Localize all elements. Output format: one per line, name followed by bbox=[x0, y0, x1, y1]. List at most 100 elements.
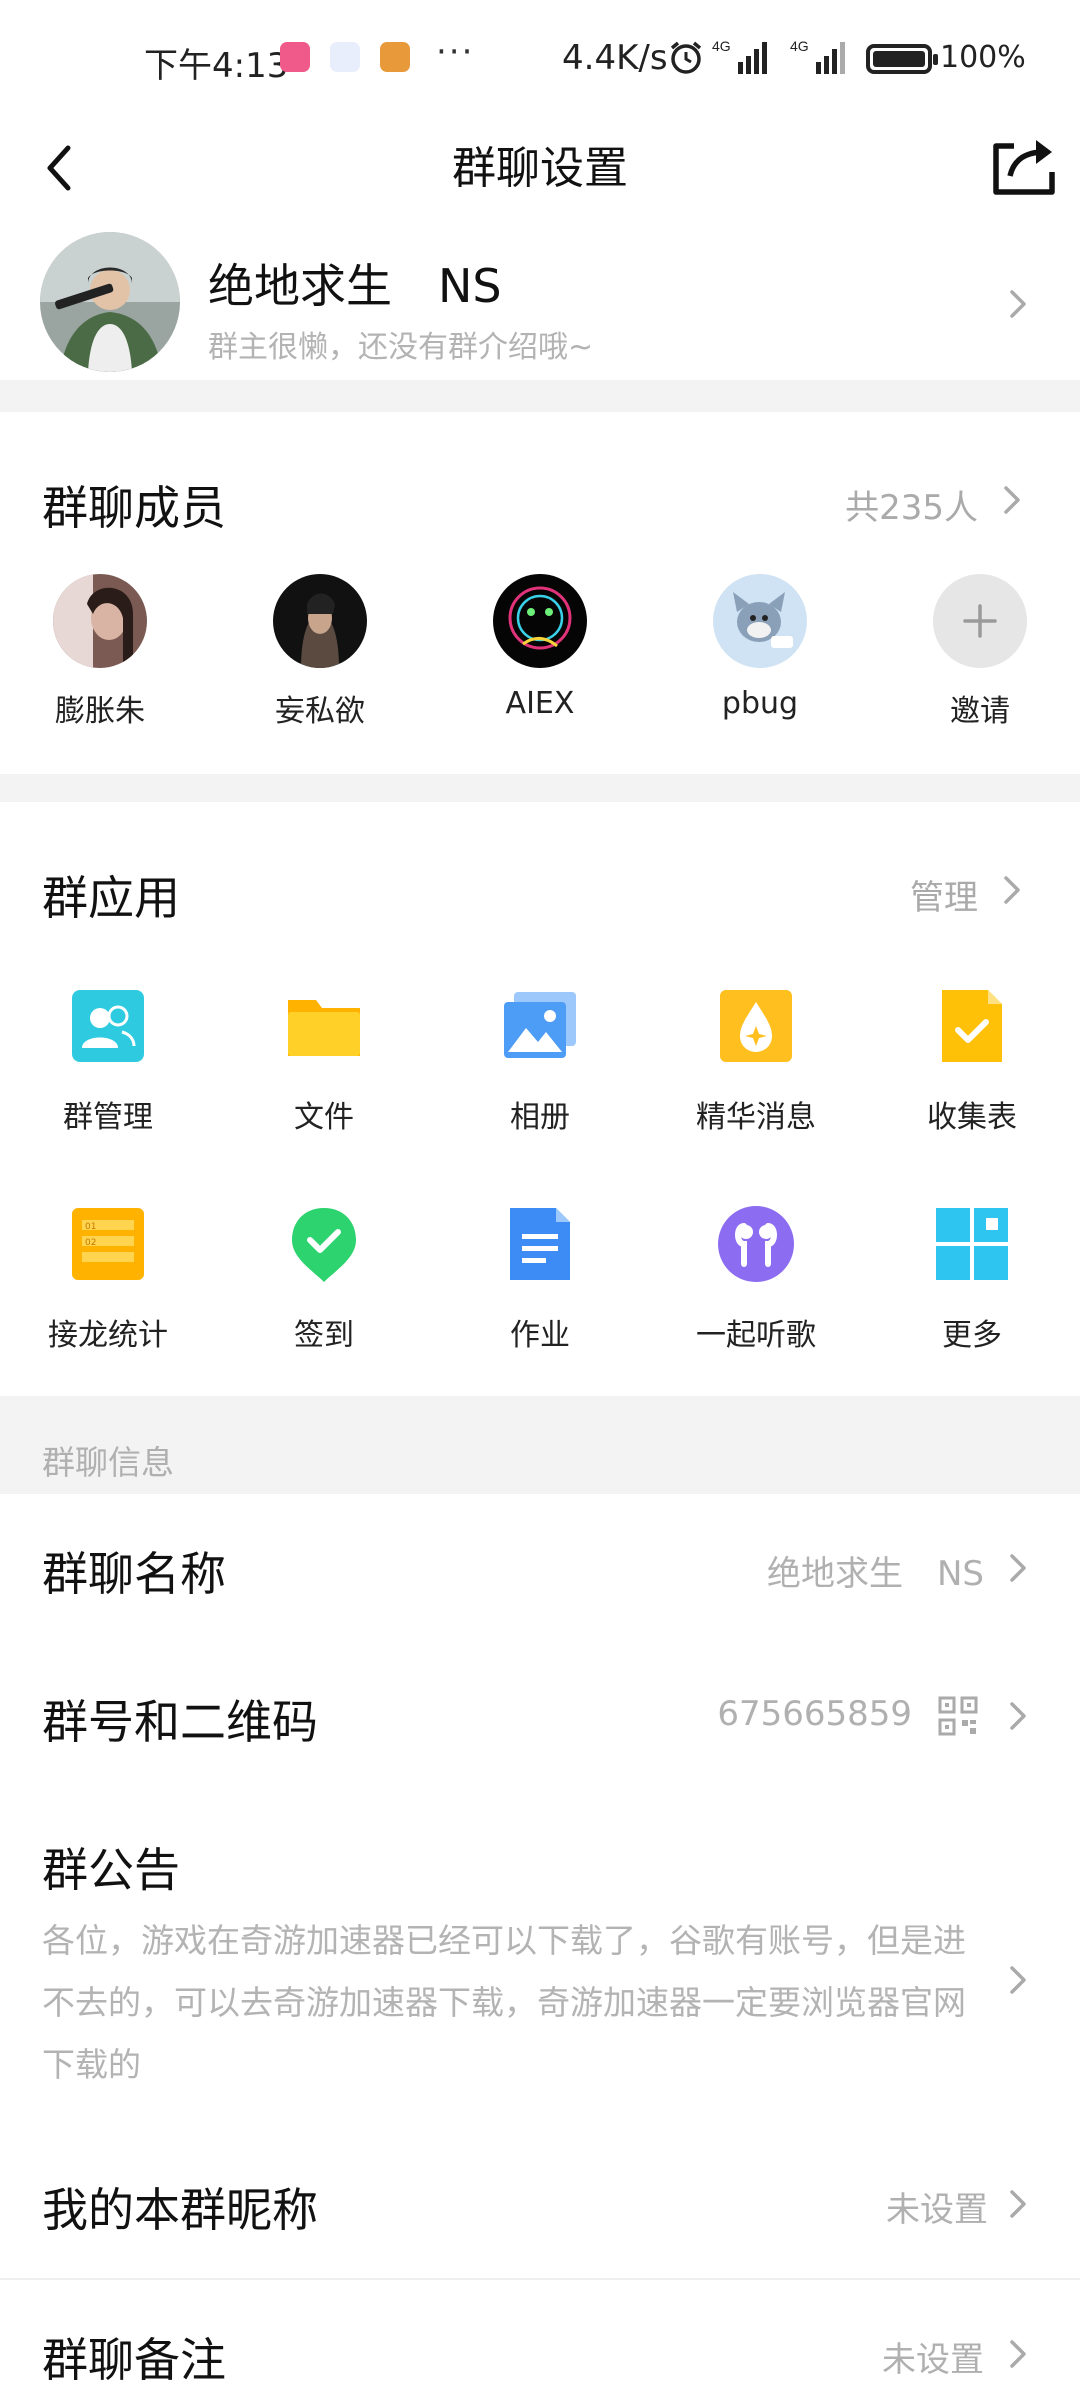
chevron-right-icon bbox=[1010, 290, 1026, 318]
member-item[interactable]: pbug bbox=[680, 574, 840, 721]
row-value: 绝地求生 NS bbox=[766, 1554, 984, 1594]
app-group-manage[interactable]: 群管理 bbox=[8, 986, 208, 1136]
app-listen-together[interactable]: 一起听歌 bbox=[656, 1204, 856, 1354]
qr-code-icon bbox=[938, 1696, 978, 1736]
chevron-right-icon bbox=[1004, 486, 1020, 514]
member-avatar bbox=[273, 574, 367, 668]
apps-title: 群应用 bbox=[42, 871, 180, 925]
invite-button[interactable]: 邀请 bbox=[900, 574, 1060, 730]
members-count: 共235人 bbox=[845, 488, 978, 528]
battery-level: 100% bbox=[940, 40, 1026, 75]
app-label: 群管理 bbox=[63, 1100, 153, 1135]
chevron-right-icon bbox=[1010, 2190, 1026, 2218]
row-value: 675665859 bbox=[717, 1694, 912, 1734]
row-label: 群聊备注 bbox=[42, 2333, 226, 2387]
status-time: 下午4:13 bbox=[144, 46, 289, 86]
member-item[interactable]: AIEX bbox=[460, 574, 620, 721]
homework-doc-icon bbox=[510, 1208, 570, 1280]
chevron-right-icon bbox=[1010, 1702, 1026, 1730]
chevron-right-icon bbox=[1010, 2340, 1026, 2368]
section-divider bbox=[0, 774, 1080, 802]
album-icon bbox=[504, 992, 576, 1058]
battery-icon bbox=[866, 44, 938, 74]
app-label: 相册 bbox=[510, 1100, 570, 1135]
group-avatar[interactable] bbox=[40, 232, 180, 372]
folder-icon bbox=[288, 1000, 360, 1056]
row-value: 未设置 bbox=[882, 2340, 984, 2380]
my-nickname-row[interactable]: 我的本群昵称 未设置 bbox=[0, 2130, 1080, 2278]
members-title: 群聊成员 bbox=[42, 481, 226, 535]
app-essence[interactable]: 精华消息 bbox=[656, 986, 856, 1136]
status-bar: 下午4:13 ··· 4.4K/s 4G 4G 100% bbox=[0, 0, 1080, 120]
group-name: 绝地求生 NS bbox=[208, 259, 502, 313]
app-checkin[interactable]: 签到 bbox=[224, 1204, 424, 1354]
add-icon bbox=[933, 574, 1027, 668]
group-name-row[interactable]: 群聊名称 绝地求生 NS bbox=[0, 1494, 1080, 1642]
invite-label: 邀请 bbox=[950, 694, 1010, 729]
signal-icon-1: 4G bbox=[712, 38, 767, 74]
app-label: 一起听歌 bbox=[696, 1318, 816, 1353]
group-remark-row[interactable]: 群聊备注 未设置 bbox=[0, 2280, 1080, 2400]
chevron-right-icon bbox=[1010, 1554, 1026, 1582]
apps-manage-link[interactable]: 管理 bbox=[880, 862, 1040, 922]
app-label: 精华消息 bbox=[696, 1100, 816, 1135]
solitaire-list-icon: 01 02 bbox=[72, 1208, 144, 1280]
chevron-right-icon bbox=[1010, 1966, 1026, 1994]
notification-tool-icon bbox=[380, 42, 410, 72]
row-value: 未设置 bbox=[886, 2190, 988, 2230]
signal-icon-2: 4G bbox=[790, 38, 845, 74]
group-notice-text: 各位，游戏在奇游加速器已经可以下载了，谷歌有账号，但是进不去的，可以去奇游加速器… bbox=[42, 1921, 966, 2084]
group-header[interactable]: 绝地求生 NS 群主很懒，还没有群介绍哦~ bbox=[0, 230, 1080, 380]
app-album[interactable]: 相册 bbox=[440, 986, 640, 1136]
member-name: 膨胀朱 bbox=[55, 694, 145, 729]
svg-text:4G: 4G bbox=[712, 38, 731, 54]
member-name: 妄私欲 bbox=[275, 694, 365, 729]
share-icon[interactable] bbox=[990, 132, 1060, 198]
member-avatar bbox=[53, 574, 147, 668]
app-label: 签到 bbox=[294, 1318, 354, 1353]
page-title: 群聊设置 bbox=[452, 143, 628, 194]
group-manage-icon bbox=[72, 990, 144, 1062]
notification-app-icon bbox=[280, 42, 310, 72]
member-avatar bbox=[713, 574, 807, 668]
earphones-icon bbox=[718, 1206, 794, 1282]
app-label: 作业 bbox=[510, 1318, 570, 1353]
app-more[interactable]: 更多 bbox=[872, 1204, 1072, 1354]
section-divider bbox=[0, 380, 1080, 412]
members-count-link[interactable]: 共235人 bbox=[780, 472, 1040, 532]
member-item[interactable]: 妄私欲 bbox=[240, 574, 400, 730]
nav-bar: 群聊设置 bbox=[0, 110, 1080, 230]
group-id-row[interactable]: 群号和二维码 675665859 bbox=[0, 1642, 1080, 1790]
alarm-icon bbox=[670, 41, 702, 74]
member-name: pbug bbox=[721, 686, 799, 721]
row-label: 群号和二维码 bbox=[42, 1695, 318, 1749]
notification-play-icon bbox=[330, 42, 360, 72]
checkin-location-icon bbox=[292, 1208, 356, 1282]
group-intro: 群主很懒，还没有群介绍哦~ bbox=[208, 330, 594, 365]
row-label: 群公告 bbox=[42, 1843, 180, 1897]
member-avatar bbox=[493, 574, 587, 668]
essence-drop-icon bbox=[720, 990, 792, 1062]
info-section-header: 群聊信息 bbox=[0, 1396, 1080, 1494]
info-section-label: 群聊信息 bbox=[42, 1443, 174, 1482]
chevron-right-icon bbox=[1004, 876, 1020, 904]
svg-text:02: 02 bbox=[85, 1238, 96, 1248]
member-item[interactable]: 膨胀朱 bbox=[20, 574, 180, 730]
app-label: 文件 bbox=[294, 1100, 354, 1135]
network-speed: 4.4K/s bbox=[562, 38, 668, 78]
app-solitaire[interactable]: 01 02 接龙统计 bbox=[8, 1204, 208, 1354]
svg-text:01: 01 bbox=[85, 1222, 96, 1232]
app-homework[interactable]: 作业 bbox=[440, 1204, 640, 1354]
more-notifications-icon: ··· bbox=[436, 32, 475, 72]
row-label: 群聊名称 bbox=[42, 1547, 226, 1601]
app-label: 更多 bbox=[942, 1318, 1002, 1353]
app-files[interactable]: 文件 bbox=[224, 986, 424, 1136]
apps-manage: 管理 bbox=[910, 878, 978, 918]
app-label: 接龙统计 bbox=[48, 1318, 168, 1353]
app-collect-form[interactable]: 收集表 bbox=[872, 986, 1072, 1136]
app-label: 收集表 bbox=[927, 1100, 1017, 1135]
svg-text:4G: 4G bbox=[790, 38, 809, 54]
member-name: AIEX bbox=[505, 686, 575, 721]
row-label: 我的本群昵称 bbox=[42, 2183, 318, 2237]
more-grid-icon bbox=[936, 1208, 1008, 1280]
